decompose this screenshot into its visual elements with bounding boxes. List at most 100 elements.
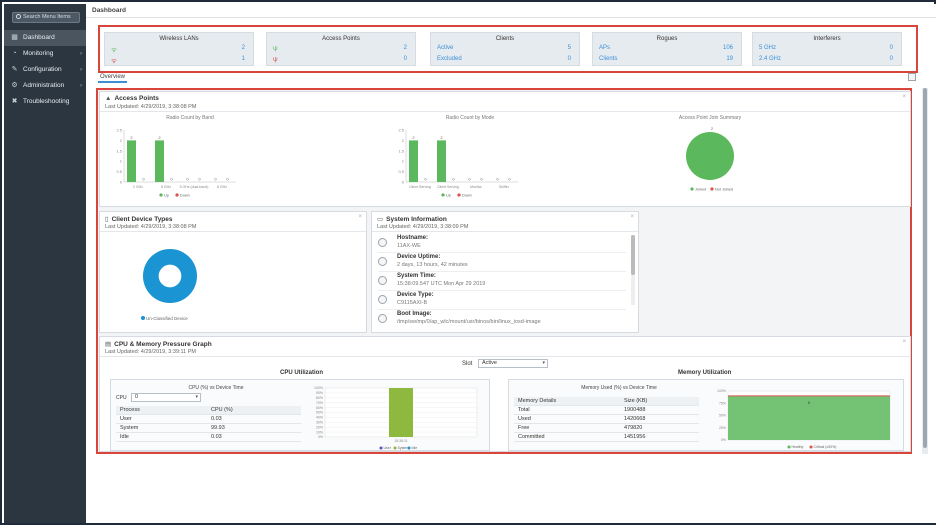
tile-row-5ghz[interactable]: 5 GHz 0 <box>759 45 893 55</box>
close-icon[interactable]: × <box>358 214 362 220</box>
cell: System <box>120 425 139 431</box>
tile-interferers[interactable]: Interferers 5 GHz 0 2.4 GHz 0 <box>752 32 902 66</box>
sysinfo-scrollbar[interactable] <box>631 235 635 305</box>
search-input[interactable]: Search Menu Items <box>12 12 80 23</box>
panel-title: ▭ System Information <box>377 215 447 223</box>
close-icon[interactable]: × <box>902 94 906 100</box>
cell: Used <box>518 416 531 422</box>
tile-row-24ghz[interactable]: 2.4 GHz 0 <box>759 56 893 66</box>
monitor-icon: ▭ <box>377 216 384 223</box>
tile-label: Excluded <box>437 56 462 62</box>
close-icon[interactable]: × <box>902 339 906 345</box>
legend-label: Not Joined <box>715 187 733 191</box>
tile-value: 2 <box>241 45 245 51</box>
tile-row-down[interactable]: ᯤ1 <box>111 56 245 66</box>
cell: 0.03 <box>211 416 222 422</box>
page-scrollbar[interactable] <box>922 88 928 454</box>
legend-swatch <box>787 445 791 449</box>
bar <box>389 388 413 437</box>
tile-row-down[interactable]: ψ0 <box>273 56 407 66</box>
table-row: Idle 0.03 <box>116 433 301 442</box>
administration-icon: ⚙ <box>11 82 18 89</box>
col-header: Size (KB) <box>624 398 648 404</box>
legend-swatch <box>407 446 411 450</box>
sysinfo-label: Boot Image: <box>397 311 432 317</box>
y-tick-label: 1 <box>120 159 123 164</box>
sysinfo-row-device-type: Device Type: C9115AXI-B <box>378 291 626 310</box>
sidebar-item-configuration[interactable]: ✎ Configuration › <box>4 62 86 78</box>
device-icon: ▯ <box>105 216 109 223</box>
tile-row-active[interactable]: Active 5 <box>437 45 571 55</box>
data-label: 0 <box>214 177 217 182</box>
cpu-table: Process CPU (%) User 0.03 System 99.93 Idle… <box>116 406 301 442</box>
ap-down-icon: ψ <box>273 56 278 63</box>
client-device-donut <box>143 249 197 303</box>
sysinfo-label: Hostname: <box>397 235 429 241</box>
tile-row-up[interactable]: ᯤ2 <box>111 45 245 55</box>
sidebar-item-monitoring[interactable]: ◔ Monitoring › <box>4 46 86 62</box>
tile-row-excluded[interactable]: Excluded 0 <box>437 56 571 66</box>
tile-row-clients[interactable]: Clients 19 <box>599 56 733 66</box>
memory-heading: Memory Utilization <box>678 370 732 376</box>
close-icon[interactable]: × <box>630 214 634 220</box>
legend-label: Idle <box>412 446 418 450</box>
page-title: Dashboard <box>92 7 126 14</box>
dashboard-icon: ▦ <box>11 34 18 41</box>
data-label: 0 <box>452 177 455 182</box>
cell: Committed <box>518 434 545 440</box>
tile-clients[interactable]: Clients Active 5 Excluded 0 <box>430 32 580 66</box>
sidebar-item-label: Configuration <box>23 66 62 73</box>
bar <box>409 140 418 182</box>
x-tick-label: Client Serving <box>409 185 431 189</box>
tile-title: Rogues <box>656 36 678 42</box>
sidebar: Search Menu Items ▦ Dashboard ◔ Monitoring… <box>4 4 86 523</box>
sidebar-item-dashboard[interactable]: ▦ Dashboard <box>4 30 86 46</box>
sidebar-item-troubleshooting[interactable]: ✖ Troubleshooting <box>4 94 86 110</box>
legend-swatch <box>809 445 813 449</box>
troubleshooting-icon: ✖ <box>11 98 18 105</box>
sidebar-item-administration[interactable]: ⚙ Administration › <box>4 78 86 94</box>
clock-icon <box>378 276 387 285</box>
tab-overview[interactable]: Overview <box>98 74 128 83</box>
x-tick-label: Client Serving <box>437 185 459 189</box>
tile-access-points[interactable]: Access Points ψ2 ψ0 <box>266 32 416 66</box>
ap-join-pie: 2 Joined Not Joined <box>686 126 734 191</box>
tile-title: Wireless LANs <box>159 36 199 42</box>
y-tick-label: 0.5 <box>398 169 404 174</box>
slot-select[interactable]: Active ▾ <box>478 359 548 368</box>
last-updated: Last Updated: 4/29/2019, 3:38:08 PM <box>105 224 197 230</box>
y-tick-label: 40% <box>316 416 323 420</box>
data-label: 2 <box>711 126 714 131</box>
legend-label: Down <box>180 193 190 197</box>
y-tick-label: 0 <box>402 180 405 185</box>
y-tick-label: 60% <box>316 406 323 410</box>
table-row: Committed 1451956 <box>514 433 699 442</box>
summary-tiles: Wireless LANs ᯤ2 ᯤ1 Access Points ψ2 ψ0 … <box>98 25 918 73</box>
tile-value: 2 <box>403 45 407 51</box>
grid-layout-icon[interactable] <box>908 73 916 81</box>
scrollbar-thumb[interactable] <box>631 235 635 275</box>
legend-label: Healthy <box>792 445 804 449</box>
chart-title: Access Point Join Summary <box>678 115 742 121</box>
last-updated: Last Updated: 4/29/2019, 3:39:11 PM <box>105 349 197 355</box>
tile-row-aps[interactable]: APs 106 <box>599 45 733 55</box>
sysinfo-value: /tmp/sw/mp/0/ap_wlc/mount/usr/binos/bin/… <box>397 319 541 325</box>
scrollbar-thumb[interactable] <box>923 88 927 448</box>
data-label: 2 <box>158 135 161 140</box>
y-tick-label: 50% <box>719 414 726 418</box>
sysinfo-label: Device Uptime: <box>397 254 441 260</box>
cpu-select[interactable]: 0 ▾ <box>131 393 201 402</box>
y-tick-label: 0 <box>120 180 123 185</box>
y-tick-label: 0% <box>318 435 323 439</box>
x-tick-label: 5 GHz (dual-band) <box>180 185 209 189</box>
cell: 479820 <box>624 425 643 431</box>
search-icon <box>16 14 21 19</box>
page-header: Dashboard <box>86 4 936 18</box>
y-tick-label: 10% <box>316 430 323 434</box>
tile-rogues[interactable]: Rogues APs 106 Clients 19 <box>592 32 742 66</box>
y-tick-label: 100% <box>717 389 726 393</box>
sysinfo-label: Device Type: <box>397 292 434 298</box>
data-label: 2 <box>412 135 415 140</box>
tile-wireless-lans[interactable]: Wireless LANs ᯤ2 ᯤ1 <box>104 32 254 66</box>
tile-row-up[interactable]: ψ2 <box>273 45 407 55</box>
